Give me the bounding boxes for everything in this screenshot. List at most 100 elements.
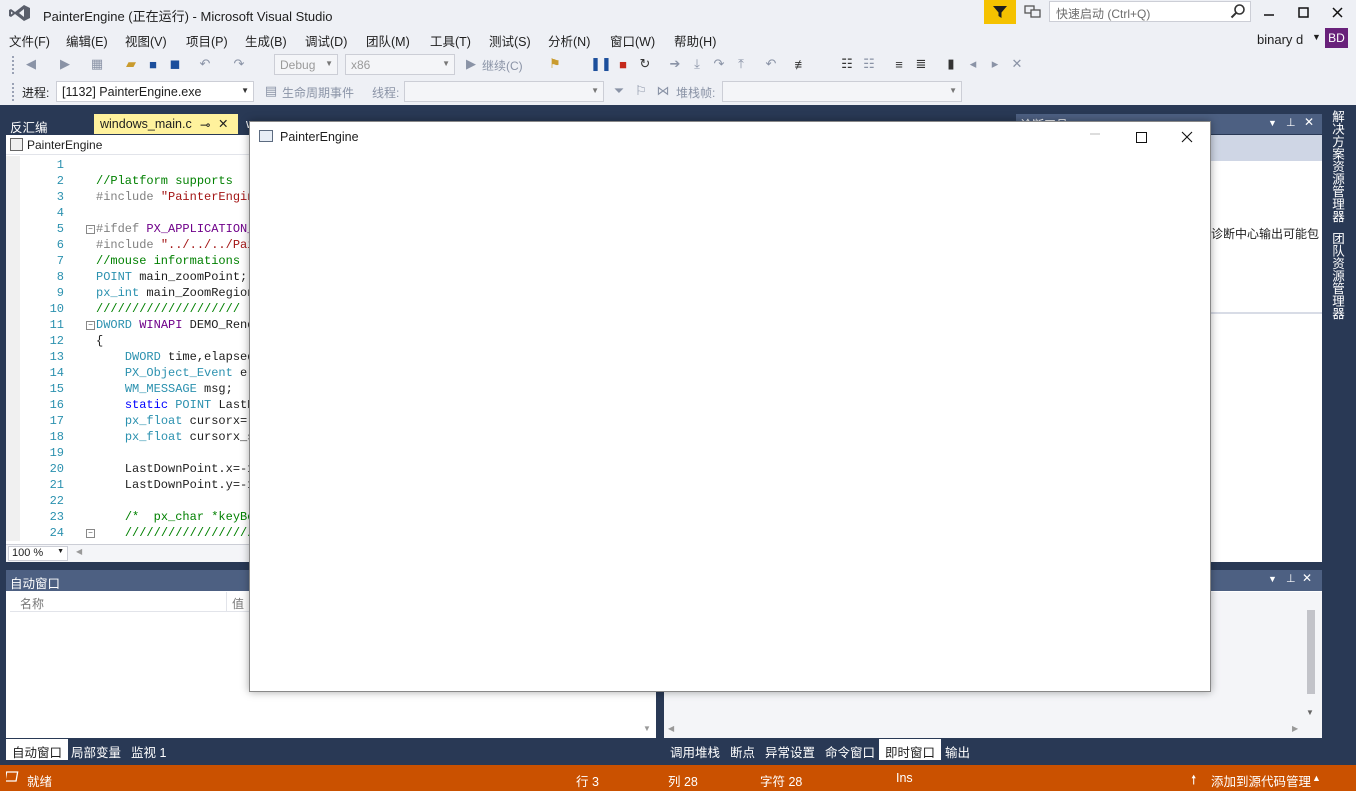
code-text[interactable]: //mouse informations [96, 254, 240, 268]
tab-immediate-window[interactable]: 即时窗口 [879, 739, 942, 760]
code-text[interactable]: WM_MESSAGE msg; [96, 382, 233, 396]
menu-window[interactable]: 窗口(W) [610, 31, 655, 50]
navigate-back-icon[interactable]: ◀ [22, 55, 40, 73]
close-panel-icon[interactable]: ✕ [1304, 115, 1314, 129]
stack-frame-select[interactable]: ▼ [722, 81, 962, 102]
scroll-right-icon[interactable]: ▶ [1292, 724, 1298, 733]
code-text[interactable]: LastDownPoint.x=-1 [96, 462, 252, 476]
step-into-icon[interactable]: ⤓ [688, 55, 706, 73]
toolbar-grip[interactable] [12, 56, 16, 74]
open-file-icon[interactable]: ▰ [122, 55, 140, 73]
tab-windows-main[interactable]: windows_main.c ⊸ ✕ [94, 114, 238, 134]
code-line[interactable]: 23 /* px_char *keyBo [6, 510, 252, 526]
tab-call-stack[interactable]: 调用堆栈 [664, 739, 726, 760]
code-line[interactable]: 1 [6, 158, 252, 174]
menu-debug[interactable]: 调试(D) [305, 31, 347, 50]
code-text[interactable]: static POINT LastD [96, 398, 252, 412]
find-icon[interactable]: ⚑ [546, 55, 564, 73]
code-line[interactable]: 9 px_int main_ZoomRegion [6, 286, 252, 302]
break-all-pause-icon[interactable]: ❚❚ [590, 55, 612, 73]
code-text[interactable]: #include "PainterEngin [96, 190, 252, 204]
outdent-icon[interactable]: ≡ [890, 55, 908, 73]
tab-autos[interactable]: 自动窗口 [6, 739, 69, 760]
panel-menu-icon[interactable]: ▼ [1268, 574, 1277, 584]
code-text[interactable]: px_int main_ZoomRegion [96, 286, 252, 300]
tab-disassembly[interactable]: 反汇编 [4, 114, 94, 135]
code-area[interactable]: 1 2//Platform supports 3 #include "PainterE… [6, 156, 252, 541]
tab-breakpoints[interactable]: 断点 [724, 739, 761, 760]
code-line[interactable]: 7 //mouse informations [6, 254, 252, 270]
tab-output[interactable]: 输出 [939, 739, 976, 760]
menu-file[interactable]: 文件(F) [9, 31, 50, 50]
code-line[interactable]: 21 LastDownPoint.y=-1 [6, 478, 252, 494]
code-text[interactable]: POINT main_zoomPoint; [96, 270, 247, 284]
column-value[interactable]: 值 [232, 595, 244, 612]
navigate-forward-icon[interactable]: ▶ [56, 55, 74, 73]
pin-icon[interactable]: ⊥ [1286, 572, 1296, 585]
indent-icon[interactable]: ≣ [912, 55, 930, 73]
code-line[interactable]: 4 [6, 206, 252, 222]
code-text[interactable]: { [96, 334, 103, 348]
app-close-button[interactable] [1164, 122, 1210, 152]
feedback-icon[interactable] [1022, 2, 1044, 22]
code-text[interactable]: px_float cursorx=- [96, 414, 252, 428]
tab-command-window[interactable]: 命令窗口 [819, 739, 881, 760]
column-divider[interactable] [226, 592, 227, 612]
vertical-scrollbar[interactable] [1307, 610, 1315, 694]
code-line[interactable]: 12 { [6, 334, 252, 350]
code-line[interactable]: 24 − //////////////////// [6, 526, 252, 541]
save-all-icon[interactable]: ◼ [166, 55, 184, 73]
account-name[interactable]: binary d [1257, 32, 1303, 47]
show-next-statement-icon[interactable]: ➔ [666, 55, 684, 73]
code-line[interactable]: 20 LastDownPoint.x=-1 [6, 462, 252, 478]
editor-navigation-bar[interactable]: PainterEngine [6, 135, 252, 155]
tab-exception-settings[interactable]: 异常设置 [759, 739, 821, 760]
pin-icon[interactable]: ⊸ [200, 117, 210, 132]
new-project-icon[interactable]: ▦ [88, 55, 106, 73]
code-text[interactable]: LastDownPoint.y=-1 [96, 478, 252, 492]
search-icon[interactable] [1230, 3, 1246, 19]
code-line[interactable]: 11 − DWORD WINAPI DEMO_Rend [6, 318, 252, 334]
notifications-filter-icon[interactable] [984, 0, 1016, 24]
pin-icon[interactable]: ⊥ [1286, 116, 1296, 129]
collapse-region-icon[interactable]: − [86, 321, 95, 330]
code-text[interactable]: //////////////////// [96, 302, 240, 316]
comment-icon[interactable]: ☷ [838, 55, 856, 73]
code-text[interactable]: DWORD time,elapsed [96, 350, 252, 364]
tab-solution-explorer[interactable]: 解决方案资源管理器 [1328, 110, 1347, 223]
code-text[interactable]: //Platform supports [96, 174, 233, 188]
add-to-source-control-button[interactable]: 添加到源代码管理 [1211, 771, 1311, 790]
next-bookmark-icon[interactable]: ▸ [986, 55, 1004, 73]
app-maximize-button[interactable] [1118, 122, 1164, 152]
code-line[interactable]: 13 DWORD time,elapsed [6, 350, 252, 366]
restart-icon[interactable]: ↻ [636, 55, 654, 73]
uncomment-icon[interactable]: ☷ [860, 55, 878, 73]
code-line[interactable]: 3 #include "PainterEngin [6, 190, 252, 206]
previous-bookmark-icon[interactable]: ◂ [964, 55, 982, 73]
app-title-bar[interactable]: PainterEngine [250, 122, 1210, 152]
code-text[interactable]: PX_Object_Event e; [96, 366, 252, 380]
step-back-icon[interactable]: ↶ [762, 55, 780, 73]
tab-team-explorer[interactable]: 团队资源管理器 [1328, 232, 1347, 320]
close-tab-icon[interactable]: ✕ [218, 116, 228, 131]
code-line[interactable]: 19 [6, 446, 252, 462]
scroll-down-icon[interactable]: ▼ [643, 724, 651, 733]
scroll-left-icon[interactable]: ◀ [76, 547, 82, 556]
app-canvas[interactable] [250, 152, 1210, 691]
code-text[interactable]: DWORD WINAPI DEMO_Rend [96, 318, 252, 332]
code-text[interactable]: /* px_char *keyBo [96, 510, 252, 524]
column-name[interactable]: 名称 [20, 595, 44, 612]
code-line[interactable]: 15 WM_MESSAGE msg; [6, 382, 252, 398]
collapse-region-icon[interactable]: − [86, 225, 95, 234]
menu-analyze[interactable]: 分析(N) [548, 31, 590, 50]
menu-project[interactable]: 项目(P) [186, 31, 228, 50]
lifecycle-events-button[interactable]: 生命周期事件 [282, 84, 354, 101]
filter-threads-icon[interactable]: ⏷ [610, 82, 628, 100]
code-line[interactable]: 10 //////////////////// [6, 302, 252, 318]
thread-select[interactable]: ▼ [404, 81, 604, 102]
source-control-up-icon[interactable]: 🠕 [1191, 771, 1196, 791]
code-line[interactable]: 14 PX_Object_Event e; [6, 366, 252, 382]
menu-edit[interactable]: 编辑(E) [66, 31, 108, 50]
solution-platform-select[interactable]: x86 ▼ [345, 54, 455, 75]
step-out-icon[interactable]: ⤒ [732, 55, 750, 73]
